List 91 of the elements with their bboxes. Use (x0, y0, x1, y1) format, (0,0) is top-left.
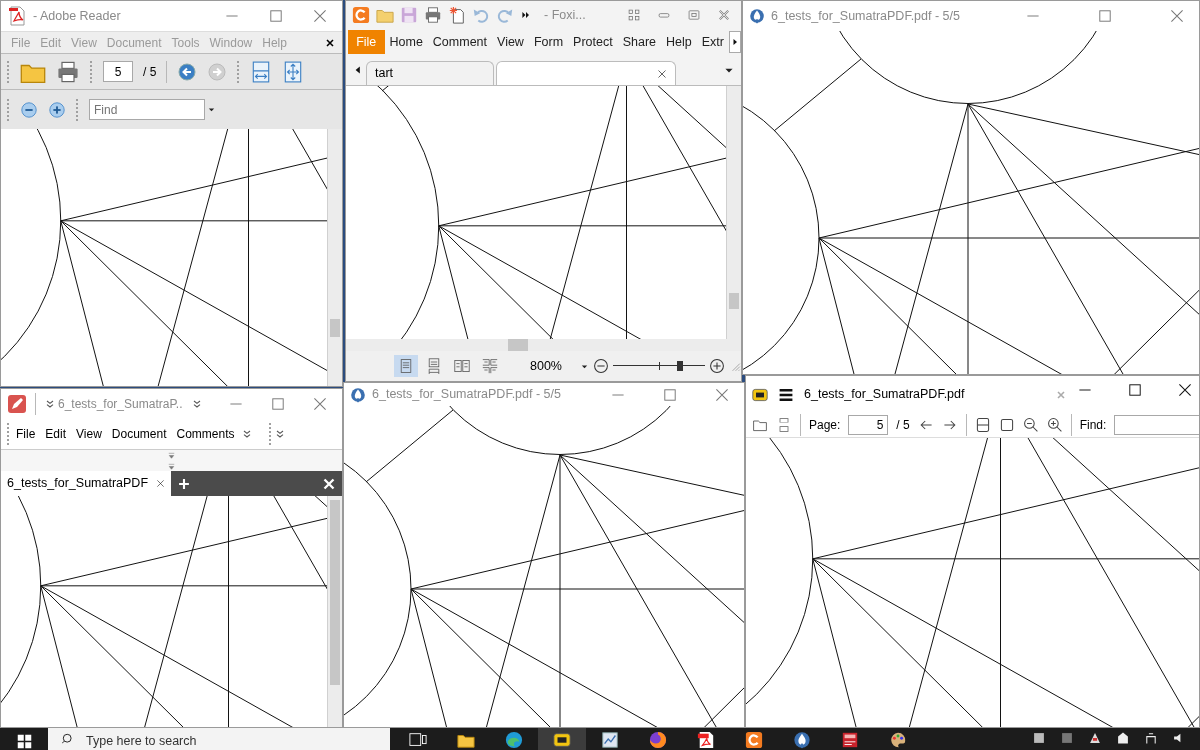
fit-width-icon[interactable] (974, 417, 991, 433)
start-icon[interactable] (17, 734, 32, 749)
resize-grip-icon (729, 360, 741, 372)
find-label: Find: (1079, 417, 1107, 434)
page-count: / 5 (143, 63, 157, 81)
app-icon (745, 731, 763, 749)
maximize-icon[interactable] (1126, 382, 1143, 398)
ribbon-tab[interactable]: Help (661, 30, 697, 54)
ribbon-tab[interactable]: Share (617, 30, 662, 54)
scroll-bar[interactable] (327, 496, 342, 727)
new-document-icon[interactable] (448, 6, 466, 24)
page-layout-icon (398, 358, 414, 374)
close-icon[interactable] (324, 36, 336, 49)
previous-page-icon[interactable] (177, 61, 198, 82)
menu-item[interactable]: View (72, 425, 106, 443)
zoom-in-icon[interactable] (709, 358, 725, 374)
menu-item[interactable]: Document (107, 425, 171, 443)
window-title: - Adobe Reader (33, 7, 121, 25)
document-tab[interactable]: 6_tests_for_SumatraPDF (1, 471, 172, 496)
zoom-out-icon[interactable] (1022, 417, 1039, 433)
scroll-bar[interactable] (346, 339, 741, 351)
taskbar-button[interactable] (538, 728, 586, 750)
zoom-in-icon[interactable] (1046, 417, 1063, 433)
page-layout-icon (482, 358, 498, 374)
printer-icon[interactable] (424, 6, 442, 24)
window-title: 6_tests_for_SumatraPDF.pdf (804, 386, 965, 404)
page-layout-icon (426, 358, 442, 374)
page-field[interactable]: 5 (848, 415, 889, 435)
window-title: 6_tests_for_SumatraPDF.pdf - 5/5 (372, 386, 561, 404)
search-field[interactable]: Type here to search (48, 728, 390, 750)
menu-item[interactable]: Comments (172, 425, 239, 443)
search-icon (62, 733, 75, 746)
zoom-out-icon[interactable] (593, 358, 609, 374)
chevron-icon[interactable] (44, 398, 56, 410)
app-icon (749, 8, 765, 24)
page-count: / 5 (896, 417, 910, 434)
app-icon (7, 394, 27, 414)
tray-icon[interactable] (1032, 731, 1046, 745)
browser-icon (505, 731, 523, 749)
ribbon-tab[interactable]: Comment (427, 30, 493, 54)
task-view-icon (409, 731, 427, 749)
app-icon (7, 6, 27, 26)
book-icon (841, 731, 859, 749)
view-mode-button[interactable] (394, 355, 418, 377)
more-icon[interactable] (520, 9, 532, 21)
app-icon (352, 6, 370, 24)
zoom-slider[interactable] (613, 359, 705, 373)
printer-icon[interactable] (776, 417, 792, 433)
ribbon-tab[interactable]: Form (528, 30, 569, 54)
document-icon (697, 731, 715, 749)
collapse-icon[interactable] (166, 461, 177, 472)
ribbon-tab[interactable]: Extr (696, 30, 729, 54)
new-tab-icon[interactable] (177, 476, 192, 491)
document-icon (553, 731, 571, 749)
menu-icon[interactable] (778, 386, 794, 403)
app-icon (793, 731, 811, 749)
chart-icon (601, 731, 619, 749)
ribbon-tab[interactable]: Protect (568, 30, 618, 54)
zoom-out-icon[interactable] (20, 100, 38, 119)
menu-item[interactable]: File (12, 425, 40, 443)
palette-icon (889, 731, 907, 749)
open-icon[interactable] (752, 417, 768, 433)
zoom-in-icon[interactable] (48, 100, 66, 119)
app-icon (752, 386, 768, 403)
fit-page-icon[interactable] (998, 417, 1015, 433)
slider-thumb[interactable] (677, 361, 684, 371)
zoom-level[interactable]: 800% (530, 356, 562, 376)
ribbon-tab[interactable]: Home (384, 30, 428, 54)
browser-icon (649, 731, 667, 749)
printer-icon[interactable] (56, 59, 80, 84)
scroll-right-icon[interactable] (729, 31, 741, 53)
page-layout-icon (454, 358, 470, 374)
restore-icon[interactable] (687, 8, 701, 22)
app-icon (350, 386, 366, 403)
tray-icon[interactable] (1088, 731, 1102, 745)
tab-label: 6_tests_for_SumatraPDF (7, 475, 149, 493)
window-title: - Foxi... (544, 6, 586, 24)
page-field[interactable]: 5 (103, 61, 133, 82)
scroll-bar[interactable] (726, 86, 741, 339)
tray-icon[interactable] (1144, 731, 1158, 745)
find-field[interactable]: Find (89, 99, 205, 120)
window-title: 6_tests_for_SumatraP.. (58, 396, 183, 413)
menu-item[interactable]: Edit (41, 425, 71, 443)
tray-icon[interactable] (1116, 731, 1130, 745)
scroll-bar[interactable] (327, 129, 342, 386)
fullscreen-icon[interactable] (627, 8, 641, 22)
page-label: Page: (809, 417, 841, 434)
document-tab[interactable]: tart (366, 61, 494, 85)
window-title: 6_tests_for_SumatraPDF.pdf - 5/5 (771, 7, 960, 25)
close-icon[interactable] (1176, 382, 1193, 398)
ribbon-tab[interactable]: View (492, 30, 529, 54)
